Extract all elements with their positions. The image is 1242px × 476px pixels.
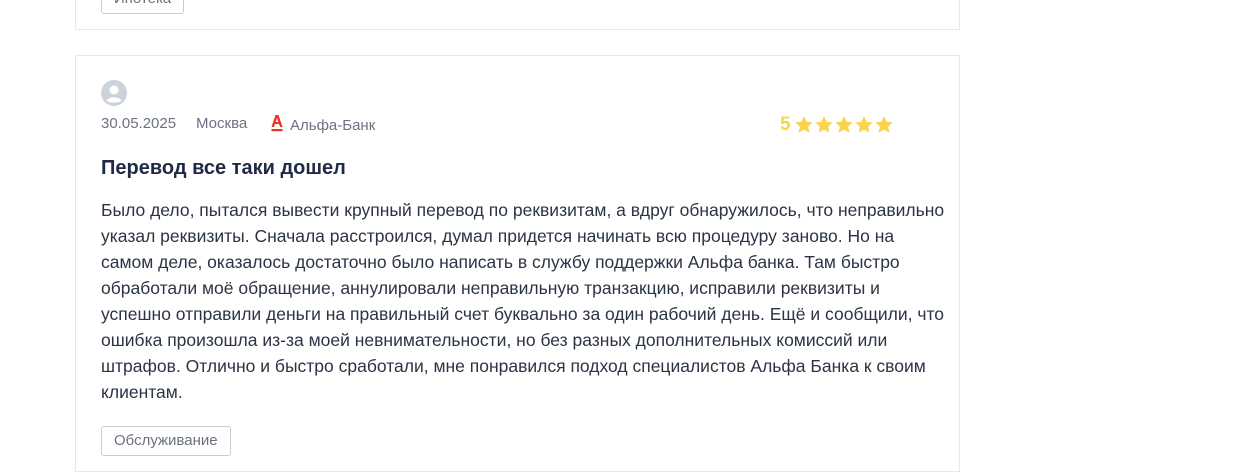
user-avatar-icon: [101, 80, 127, 106]
review-text: Было дело, пытался вывести крупный перев…: [101, 200, 945, 402]
star-icon: [834, 116, 853, 133]
star-icon: [854, 116, 873, 133]
alfa-bank-logo-icon: [271, 115, 283, 132]
star-icon: [874, 116, 893, 133]
review-title[interactable]: Перевод все таки дошел: [101, 157, 346, 180]
review-city: Москва: [196, 115, 248, 132]
review-date: 30.05.2025: [101, 115, 177, 132]
star-icon: [794, 116, 813, 133]
previous-review-card: Ипотека: [75, 0, 960, 30]
star-icon: [814, 116, 833, 133]
review-bank-link[interactable]: Альфа-Банк: [290, 117, 375, 134]
review-tag-mortgage[interactable]: Ипотека: [101, 0, 185, 14]
review-tag-service[interactable]: Обслуживание: [101, 426, 231, 456]
review-card: 30.05.2025 Москва Альфа-Банк 5 Перевод в…: [75, 55, 960, 472]
review-rating: 5: [780, 112, 894, 138]
rating-number: 5: [780, 114, 791, 135]
